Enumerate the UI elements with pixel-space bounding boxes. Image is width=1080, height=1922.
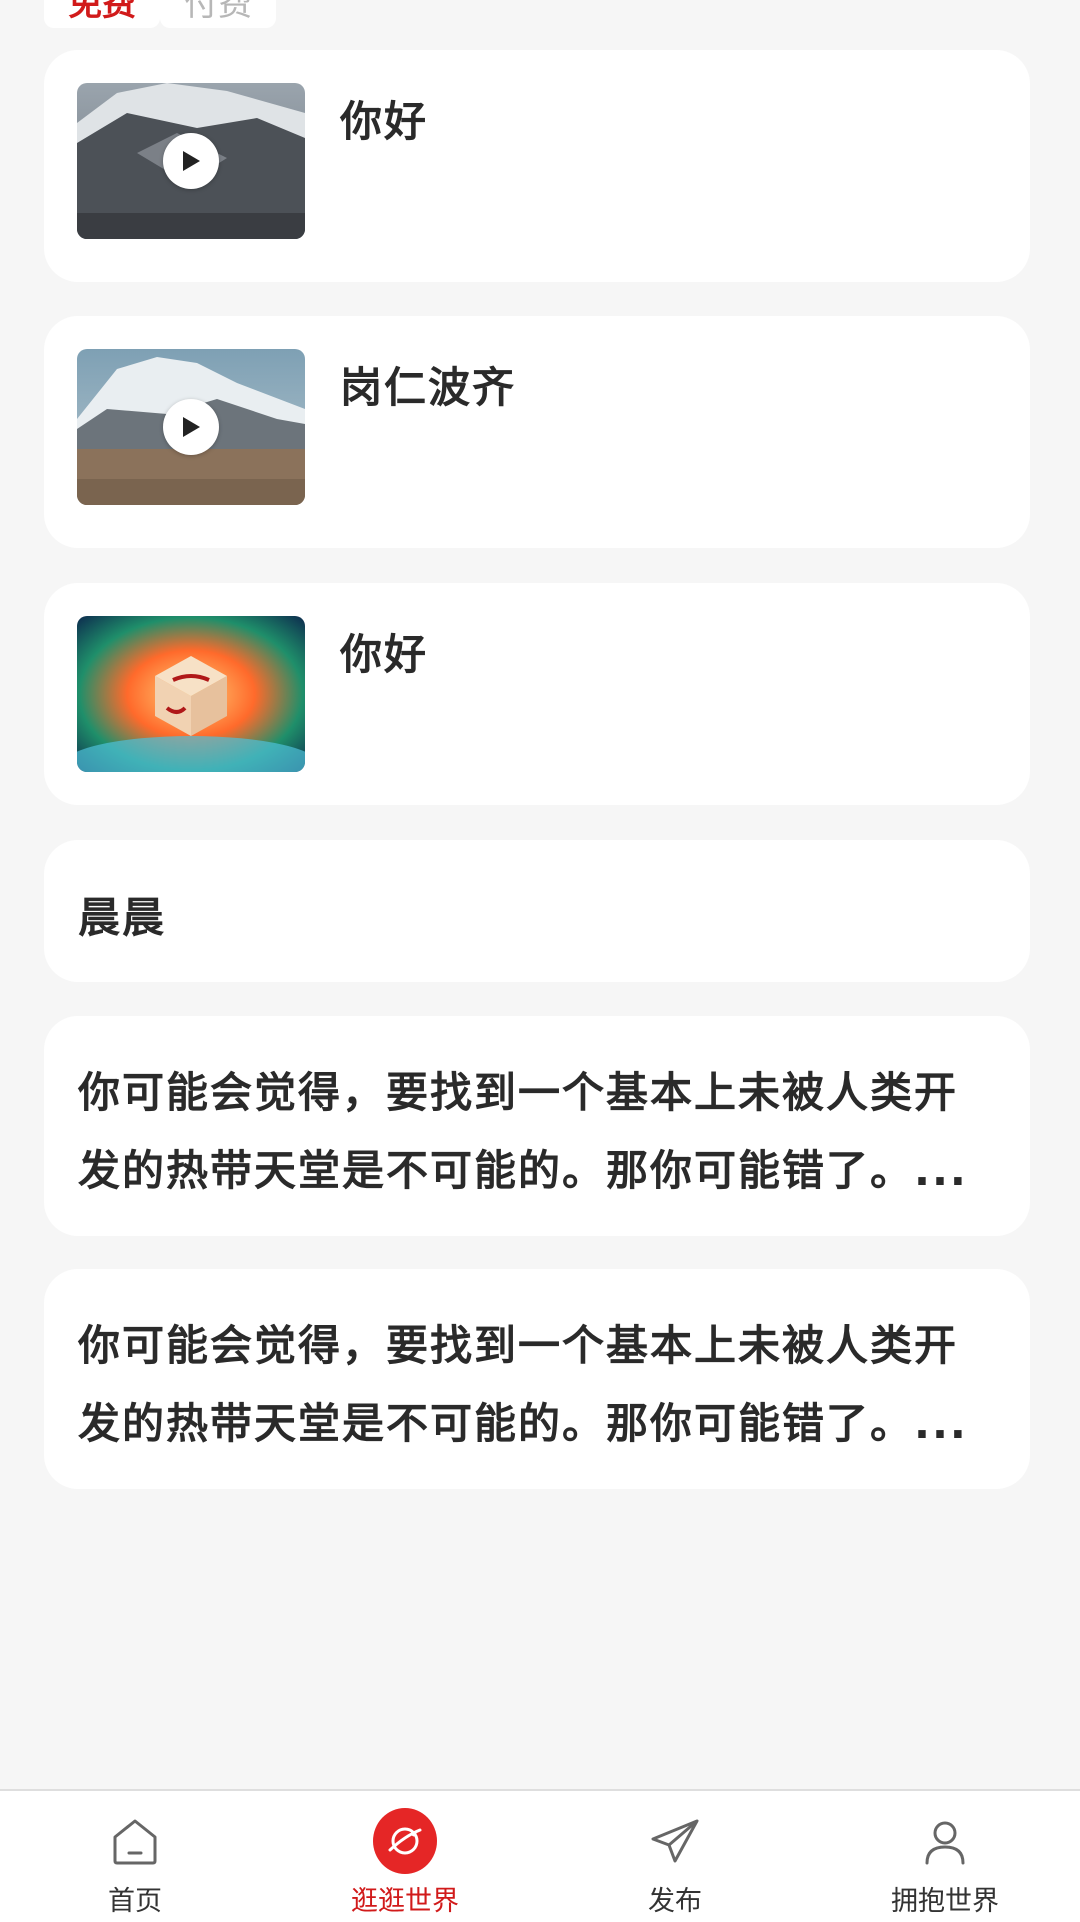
bottom-nav: 首页 逛逛世界 发布 拥抱世界: [0, 1789, 1080, 1922]
feed-card-video[interactable]: 你好: [44, 50, 1030, 282]
feed-card-paragraph[interactable]: 你可能会觉得，要找到一个基本上未被人类开发的热带天堂是不可能的。那你可能错了。.…: [44, 1016, 1030, 1236]
home-icon: [103, 1809, 167, 1873]
nav-label: 逛逛世界: [351, 1886, 459, 1917]
video-thumbnail[interactable]: [77, 83, 305, 239]
play-icon[interactable]: [163, 399, 219, 455]
send-icon: [643, 1809, 707, 1873]
card-title: 晨晨: [78, 893, 167, 942]
card-text: 你可能会觉得，要找到一个基本上未被人类开发的热带天堂是不可能的。那你可能错了。.…: [78, 1321, 968, 1448]
nav-label: 首页: [108, 1886, 162, 1917]
nav-label: 拥抱世界: [891, 1886, 999, 1917]
image-thumbnail[interactable]: [77, 616, 305, 772]
card-title: 你好: [340, 97, 429, 146]
nav-item-profile[interactable]: 拥抱世界: [810, 1791, 1080, 1922]
user-icon: [913, 1809, 977, 1873]
card-title: 你好: [340, 630, 429, 679]
video-thumbnail[interactable]: [77, 349, 305, 505]
card-title: 岗仁波齐: [340, 363, 517, 412]
nav-item-explore[interactable]: 逛逛世界: [270, 1791, 540, 1922]
nav-item-publish[interactable]: 发布: [540, 1791, 810, 1922]
feed-card-paragraph[interactable]: 你可能会觉得，要找到一个基本上未被人类开发的热带天堂是不可能的。那你可能错了。.…: [44, 1269, 1030, 1489]
nav-item-home[interactable]: 首页: [0, 1791, 270, 1922]
play-icon[interactable]: [163, 133, 219, 189]
nav-label: 发布: [648, 1886, 702, 1917]
filter-free-tab[interactable]: 免费: [44, 0, 160, 28]
card-text: 你可能会觉得，要找到一个基本上未被人类开发的热带天堂是不可能的。那你可能错了。.…: [78, 1068, 968, 1195]
planet-icon: [373, 1808, 437, 1874]
filter-paid-tab[interactable]: 付费: [160, 0, 276, 28]
feed-card-video[interactable]: 岗仁波齐: [44, 316, 1030, 548]
feed-card-text[interactable]: 晨晨: [44, 840, 1030, 982]
cosmic-cube-image: [77, 616, 305, 772]
filter-tabs: 免费 付费: [44, 0, 276, 28]
feed-card-image[interactable]: 你好: [44, 583, 1030, 805]
